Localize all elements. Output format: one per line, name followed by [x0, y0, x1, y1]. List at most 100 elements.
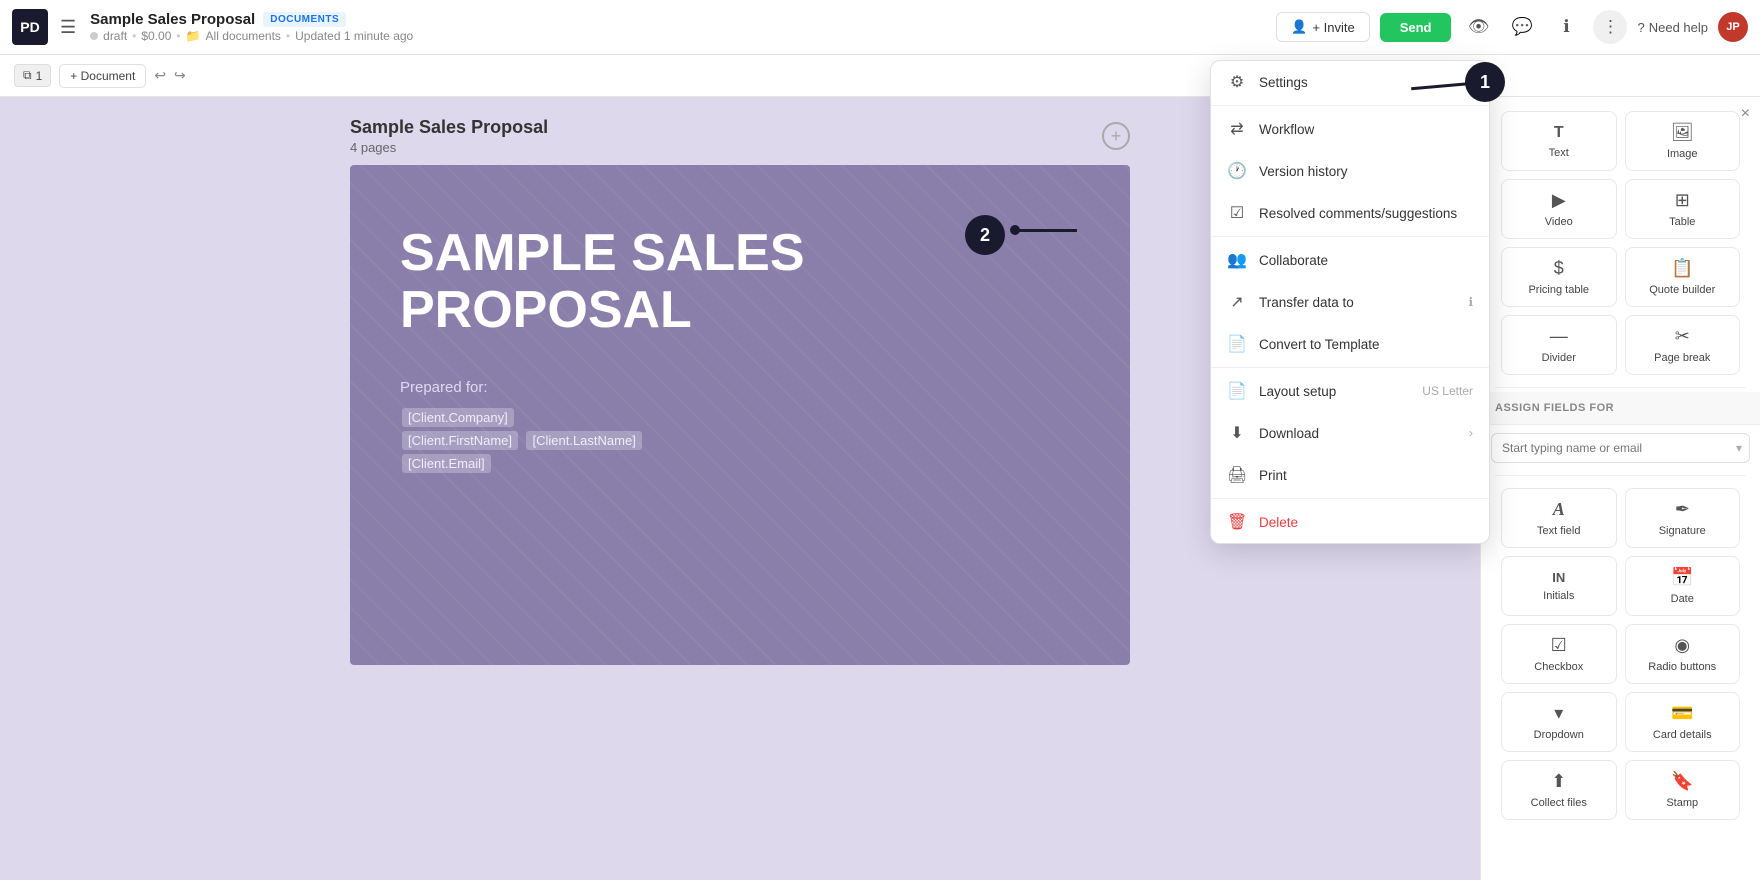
menu-item-version-history[interactable]: 🕐 Version history — [1211, 150, 1489, 192]
client-email-field[interactable]: [Client.Email] — [402, 454, 491, 473]
doc-title: Sample Sales Proposal — [350, 117, 548, 138]
send-button[interactable]: Send — [1380, 13, 1452, 42]
menu-item-transfer-data[interactable]: ↗ Transfer data to ℹ — [1211, 281, 1489, 323]
field-item-text-field[interactable]: A Text field — [1501, 488, 1617, 548]
menu-item-layout-setup[interactable]: 📄 Layout setup US Letter — [1211, 370, 1489, 412]
doc-updated: Updated 1 minute ago — [295, 29, 413, 43]
app-logo: PD — [12, 9, 48, 45]
transfer-icon: ↗ — [1227, 292, 1247, 312]
doc-price: $0.00 — [141, 29, 171, 43]
info-icon-button[interactable]: ℹ — [1549, 10, 1583, 44]
add-page-button[interactable]: + — [1102, 122, 1130, 150]
field-item-divider[interactable]: — Divider — [1501, 315, 1617, 375]
undo-icon[interactable]: ↩ — [154, 67, 166, 84]
menu-item-resolved-comments[interactable]: ☑ Resolved comments/suggestions — [1211, 192, 1489, 234]
pricing-icon: $ — [1554, 258, 1564, 279]
table-icon: ⊞ — [1675, 190, 1690, 211]
field-item-text-icon[interactable]: T Text — [1501, 111, 1617, 171]
client-company-field[interactable]: [Client.Company] — [402, 408, 514, 427]
right-panel: × T Text 🖼 Image ▶ V — [1480, 97, 1760, 880]
copy-count[interactable]: ⧉ 1 — [14, 64, 51, 87]
document-title-area: Sample Sales Proposal DOCUMENTS draft • … — [90, 11, 1276, 43]
panel-divider-2 — [1495, 475, 1746, 476]
delete-label: Delete — [1259, 515, 1473, 530]
panel-divider-1 — [1495, 387, 1746, 388]
video-icon: ▶ — [1552, 190, 1566, 211]
print-label: Print — [1259, 468, 1473, 483]
client-lastname-field[interactable]: [Client.LastName] — [526, 431, 641, 450]
menu-item-delete[interactable]: 🗑 Delete — [1211, 501, 1489, 543]
assign-input-row: ▾ — [1481, 425, 1760, 471]
field-item-pricing[interactable]: $ Pricing table — [1501, 247, 1617, 307]
field-item-page-break[interactable]: ✂ Page break — [1625, 315, 1741, 375]
context-menu: ⚙ Settings › ⇄ Workflow 🕐 Version histor… — [1210, 60, 1490, 544]
collaborate-label: Collaborate — [1259, 253, 1473, 268]
assign-chevron-icon: ▾ — [1736, 441, 1742, 455]
help-link[interactable]: ? Need help — [1637, 20, 1708, 35]
initials-icon: IN — [1552, 570, 1565, 585]
invite-button[interactable]: 👤 + Invite — [1276, 12, 1369, 42]
field-item-date[interactable]: 📅 Date — [1625, 556, 1741, 616]
signature-icon: ✒ — [1675, 499, 1690, 520]
menu-divider-2 — [1211, 236, 1489, 237]
doc-pages: 4 pages — [350, 140, 548, 155]
fields-section: A Text field ✒ Signature IN Initials 📅 D… — [1481, 480, 1760, 834]
topbar: PD ☰ Sample Sales Proposal DOCUMENTS dra… — [0, 0, 1760, 55]
radio-icon: ◉ — [1674, 635, 1690, 656]
field-item-checkbox[interactable]: ☑ Checkbox — [1501, 624, 1617, 684]
redo-icon[interactable]: ↪ — [174, 67, 186, 84]
field-item-video[interactable]: ▶ Video — [1501, 179, 1617, 239]
checkbox-icon: ☑ — [1551, 635, 1567, 656]
page-prepared-label: Prepared for: — [400, 379, 1080, 396]
page-content: SAMPLE SALES PROPOSAL Prepared for: [Cli… — [400, 225, 1080, 475]
version-history-icon: 🕐 — [1227, 161, 1247, 181]
field-item-radio[interactable]: ◉ Radio buttons — [1625, 624, 1741, 684]
client-firstname-field[interactable]: [Client.FirstName] — [402, 431, 518, 450]
field-item-signature[interactable]: ✒ Signature — [1625, 488, 1741, 548]
menu-item-workflow[interactable]: ⇄ Workflow — [1211, 108, 1489, 150]
field-item-image[interactable]: 🖼 Image — [1625, 111, 1741, 171]
content-icons-row: T Text 🖼 Image ▶ Video ⊞ Table — [1481, 97, 1760, 383]
card-icon: 💳 — [1671, 703, 1693, 724]
version-history-label: Version history — [1259, 164, 1473, 179]
download-icon: ⬇ — [1227, 423, 1247, 443]
menu-item-settings[interactable]: ⚙ Settings › — [1211, 61, 1489, 103]
menu-item-download[interactable]: ⬇ Download › — [1211, 412, 1489, 454]
assign-input[interactable] — [1491, 433, 1750, 463]
text-icon: T — [1554, 124, 1564, 142]
main-content: Sample Sales Proposal 4 pages + SAMPLE S… — [0, 97, 1760, 880]
field-item-initials[interactable]: IN Initials — [1501, 556, 1617, 616]
field-item-stamp[interactable]: 🔖 Stamp — [1625, 760, 1741, 820]
layout-right-text: US Letter — [1422, 384, 1473, 398]
field-item-collect-files[interactable]: ⬆ Collect files — [1501, 760, 1617, 820]
document-meta: draft • $0.00 • 📁 All documents • Update… — [90, 29, 1276, 43]
add-document-button[interactable]: + Document — [59, 64, 146, 88]
menu-icon[interactable]: ☰ — [60, 17, 76, 38]
download-label: Download — [1259, 426, 1457, 441]
doc-page[interactable]: SAMPLE SALES PROPOSAL Prepared for: [Cli… — [350, 165, 1130, 665]
menu-item-print[interactable]: 🖨 Print — [1211, 454, 1489, 496]
download-arrow: › — [1469, 426, 1473, 440]
chat-icon-button[interactable]: 💬 — [1505, 10, 1539, 44]
menu-item-collaborate[interactable]: 👥 Collaborate — [1211, 239, 1489, 281]
field-item-table[interactable]: ⊞ Table — [1625, 179, 1741, 239]
menu-divider-1 — [1211, 105, 1489, 106]
image-icon: 🖼 — [1671, 122, 1694, 143]
convert-label: Convert to Template — [1259, 337, 1473, 352]
workflow-icon: ⇄ — [1227, 119, 1247, 139]
divider-icon: — — [1550, 326, 1568, 347]
resolved-icon: ☑ — [1227, 203, 1247, 223]
quote-builder-icon: 📋 — [1671, 258, 1693, 279]
more-options-button[interactable]: ⋮ — [1593, 10, 1627, 44]
menu-item-convert-template[interactable]: 📄 Convert to Template — [1211, 323, 1489, 365]
annotation-bubble-1: 1 — [1465, 62, 1505, 102]
field-item-card[interactable]: 💳 Card details — [1625, 692, 1741, 752]
field-item-dropdown[interactable]: ▾ Dropdown — [1501, 692, 1617, 752]
close-panel-button[interactable]: × — [1741, 105, 1750, 123]
fields-grid: A Text field ✒ Signature IN Initials 📅 D… — [1491, 484, 1750, 824]
documents-badge: DOCUMENTS — [263, 12, 346, 27]
date-icon: 📅 — [1671, 567, 1693, 588]
field-item-quote-builder[interactable]: 📋 Quote builder — [1625, 247, 1741, 307]
preview-icon-button[interactable]: 👁 — [1461, 10, 1495, 44]
text-field-icon: A — [1553, 499, 1565, 520]
